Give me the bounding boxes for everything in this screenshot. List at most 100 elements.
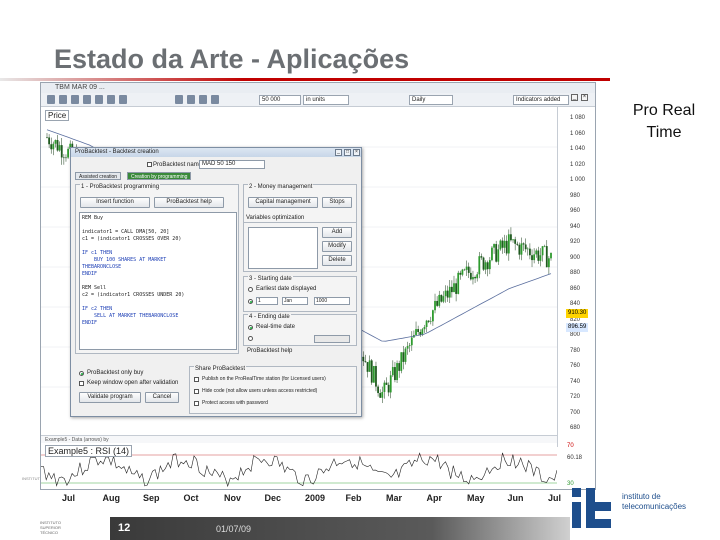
delete-button[interactable]: Delete [322, 255, 352, 266]
candle-body [429, 321, 432, 322]
dialog-maximize-icon[interactable]: □ [344, 149, 351, 156]
candle-body [67, 148, 69, 158]
tab-assisted[interactable]: Assisted creation [75, 172, 122, 180]
start-month-field[interactable]: Jan [282, 297, 308, 305]
end-date-field[interactable] [314, 335, 350, 343]
interval-select[interactable]: Daily [409, 95, 453, 105]
unit-select[interactable]: in units [303, 95, 349, 105]
hide-code-label: Hide code (not allow users unless access… [202, 388, 318, 394]
candle-body [56, 140, 59, 151]
modify-button[interactable]: Modify [322, 241, 352, 252]
candle-body [396, 363, 398, 381]
hide-code-checkbox[interactable] [194, 389, 199, 394]
variables-title: Variables optimization [246, 215, 305, 221]
probacktest-only-buy-label: ProBacktest only buy [87, 370, 144, 376]
custom-end-radio[interactable] [248, 336, 253, 341]
period-field[interactable]: 50 000 [259, 95, 301, 105]
candle-body [522, 243, 525, 245]
month-label: Nov [224, 493, 242, 503]
candle-body [404, 348, 407, 362]
it-logo-icon [572, 488, 611, 528]
validate-program-button[interactable]: Validate program [79, 392, 141, 403]
dialog-title: ProBacktest - Backtest creation [71, 148, 361, 157]
month-label: Jul [548, 493, 562, 503]
candle-body [453, 283, 455, 293]
candle-body [497, 249, 500, 262]
candle-body [440, 294, 443, 302]
candles-icon[interactable] [187, 95, 195, 104]
code-line: c1 = (indicator1 CROSSES OVER 20) [82, 236, 182, 242]
insert-function-button[interactable]: Insert function [80, 197, 150, 208]
rsi-header: Example5 - Data (arrows) by [41, 435, 557, 443]
name-input[interactable]: MAD 50 150 [199, 160, 265, 169]
candle-body [461, 269, 464, 275]
candle-body [383, 382, 386, 392]
candle-body [62, 157, 65, 159]
zoom-icon[interactable] [71, 95, 79, 104]
price-tick-label: 800 [570, 332, 581, 338]
candle-body [368, 360, 371, 372]
candle-body [486, 262, 489, 270]
fibonacci-icon[interactable] [95, 95, 103, 104]
text-tool-icon[interactable] [83, 95, 91, 104]
capital-management-button[interactable]: Capital management [248, 197, 318, 208]
probacktest-help-button[interactable]: ProBacktest help [154, 197, 224, 208]
code-line: REM Buy [82, 215, 104, 221]
add-button[interactable]: Add [322, 227, 352, 238]
month-label: Jul [62, 493, 76, 503]
candle-body [459, 272, 462, 275]
password-checkbox[interactable] [194, 401, 199, 406]
code-editor[interactable]: REM Buy indicator1 = CALL DMA[50, 20] c1 =… [79, 212, 237, 350]
ist-logo-text: INSTITUTO SUPERIOR TÉCNICO [40, 520, 61, 535]
close-icon[interactable]: × [581, 94, 588, 101]
keep-window-checkbox[interactable] [79, 381, 84, 386]
candle-body [366, 362, 369, 372]
candle-body [455, 283, 458, 294]
candle-body [493, 244, 495, 248]
start-day-field[interactable]: 1 [256, 297, 278, 305]
start-year-field[interactable]: 1000 [314, 297, 350, 305]
custom-date-radio[interactable] [248, 299, 253, 304]
candle-body [488, 260, 491, 270]
bars-icon[interactable] [199, 95, 207, 104]
chart-type-icon[interactable] [175, 95, 183, 104]
code-line: THEBARONCLOSE [82, 264, 122, 270]
price-tick-label: 860 [570, 285, 581, 292]
candle-body [482, 257, 485, 270]
dialog-close-icon[interactable]: × [353, 149, 360, 156]
indicator-select[interactable]: Indicators added [513, 95, 569, 105]
price-tick-label: 1 000 [570, 177, 586, 183]
dialog-minimize-icon[interactable]: _ [335, 149, 342, 156]
cancel-button[interactable]: Cancel [145, 392, 179, 403]
rsi-line [41, 452, 557, 488]
real-time-radio[interactable] [248, 325, 253, 330]
publish-checkbox[interactable] [194, 377, 199, 382]
line-chart-icon[interactable] [211, 95, 219, 104]
tab-programming[interactable]: Creation by programming [127, 172, 192, 180]
candle-body [362, 356, 365, 362]
probacktest-help-link[interactable]: ProBacktest help [247, 348, 292, 354]
variables-list[interactable] [248, 227, 318, 269]
line-tool-icon[interactable] [59, 95, 67, 104]
cursor-icon[interactable] [47, 95, 55, 104]
last-price-marker: 910.30 [566, 309, 588, 318]
name-checkbox[interactable] [147, 162, 152, 167]
channel-icon[interactable] [107, 95, 115, 104]
starting-date-title: 3 - Starting date [248, 276, 293, 283]
stops-button[interactable]: Stops [322, 197, 352, 208]
candle-body [501, 240, 504, 248]
candle-body [545, 246, 548, 268]
code-line: BUY 100 SHARES AT MARKET [82, 257, 167, 263]
candle-body [491, 247, 493, 261]
candle-body [48, 137, 51, 145]
earliest-date-radio[interactable] [248, 287, 253, 292]
probacktest-only-buy-radio[interactable] [79, 371, 84, 376]
minimize-icon[interactable]: _ [571, 94, 578, 101]
candle-body [417, 329, 420, 333]
candle-body [520, 243, 523, 255]
arrow-icon[interactable] [119, 95, 127, 104]
code-line: REM Sell [82, 285, 107, 291]
candle-body [543, 246, 546, 247]
candle-body [410, 337, 413, 346]
